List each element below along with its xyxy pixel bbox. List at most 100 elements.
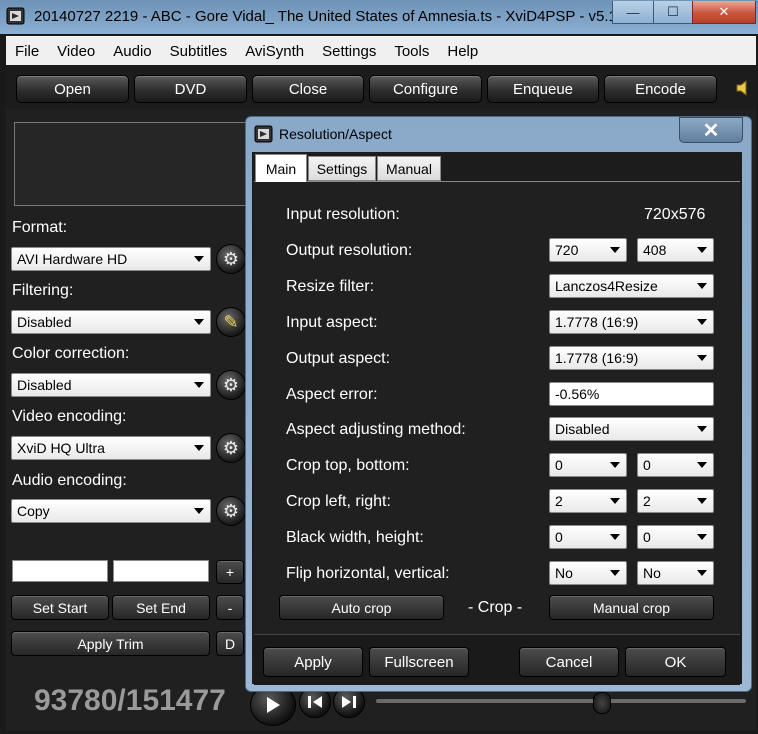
output-aspect-select[interactable]: 1.7778 (16:9) [549, 346, 714, 370]
video-encoding-settings-button[interactable]: ⚙ [216, 433, 246, 463]
audio-encoding-settings-button[interactable]: ⚙ [216, 496, 246, 526]
crop-bottom-select[interactable]: 0 [637, 453, 714, 477]
color-correction-select[interactable]: Disabled [11, 373, 211, 397]
menu-video[interactable]: Video [48, 43, 104, 60]
window-title: 20140727 2219 - ABC - Gore Vidal_ The Un… [34, 8, 642, 25]
d-button[interactable]: D [216, 631, 244, 656]
chevron-down-icon [610, 498, 620, 504]
menu-help[interactable]: Help [438, 43, 487, 60]
output-resolution-label: Output resolution: [286, 242, 413, 259]
black-width-select[interactable]: 0 [549, 525, 627, 549]
flip-horizontal-select[interactable]: No [549, 561, 627, 585]
input-resolution-label: Input resolution: [286, 206, 400, 223]
video-encoding-select[interactable]: XviD HQ Ultra [11, 436, 211, 460]
chevron-down-icon [697, 570, 707, 576]
flip-label: Flip horizontal, vertical: [286, 565, 450, 582]
filtering-settings-button[interactable]: ✎ [216, 307, 246, 337]
chevron-down-icon [194, 508, 204, 514]
menu-avisynth[interactable]: AviSynth [236, 43, 313, 60]
set-start-button[interactable]: Set Start [11, 595, 109, 620]
minimize-button[interactable]: — [612, 1, 654, 24]
seek-bar[interactable] [376, 699, 746, 703]
wand-icon: ✎ [223, 311, 239, 332]
seek-thumb[interactable] [593, 692, 611, 714]
aspect-error-field[interactable]: -0.56% [549, 382, 714, 406]
set-end-button[interactable]: Set End [112, 595, 210, 620]
input-aspect-select[interactable]: 1.7778 (16:9) [549, 310, 714, 334]
add-trim-button[interactable]: + [216, 560, 244, 584]
trim-start-field[interactable] [12, 560, 108, 582]
encode-button[interactable]: Encode [604, 75, 717, 103]
resize-filter-label: Resize filter: [286, 278, 375, 295]
color-correction-settings-button[interactable]: ⚙ [216, 370, 246, 400]
minimize-icon: — [626, 4, 640, 20]
aspect-adjust-method-select[interactable]: Disabled [549, 417, 714, 441]
resize-filter-select[interactable]: Lanczos4Resize [549, 274, 714, 298]
format-select[interactable]: AVI Hardware HD [11, 247, 211, 271]
auto-crop-button[interactable]: Auto crop [279, 595, 444, 620]
color-correction-label: Color correction: [12, 345, 130, 362]
volume-icon[interactable] [734, 78, 754, 98]
enqueue-button[interactable]: Enqueue [487, 75, 599, 103]
crop-right-value: 2 [643, 493, 651, 509]
flip-vertical-select[interactable]: No [637, 561, 714, 585]
filtering-select[interactable]: Disabled [11, 310, 211, 334]
maximize-button[interactable]: ☐ [653, 1, 693, 24]
format-settings-button[interactable]: ⚙ [216, 244, 246, 274]
close-icon: ✕ [718, 4, 730, 19]
chevron-down-icon [697, 247, 707, 253]
app-icon [6, 7, 25, 25]
tab-manual[interactable]: Manual [377, 156, 441, 181]
trim-end-field[interactable] [113, 560, 209, 582]
dialog-close-button[interactable]: ✕ [679, 117, 743, 143]
apply-button[interactable]: Apply [263, 647, 363, 677]
crop-bottom-value: 0 [643, 457, 651, 473]
input-resolution-value: 720x576 [644, 206, 706, 223]
black-height-select[interactable]: 0 [637, 525, 714, 549]
aspect-error-label: Aspect error: [286, 386, 378, 403]
ok-button[interactable]: OK [625, 647, 726, 677]
color-correction-value: Disabled [17, 377, 72, 393]
configure-button[interactable]: Configure [369, 75, 482, 103]
chevron-down-icon [697, 462, 707, 468]
tab-main[interactable]: Main [255, 154, 307, 182]
format-label: Format: [12, 219, 68, 236]
frame-counter: 93780/151477 [34, 684, 226, 717]
dialog-title: Resolution/Aspect [279, 126, 392, 142]
output-aspect-value: 1.7778 (16:9) [555, 350, 639, 366]
crop-top-bottom-label: Crop top, bottom: [286, 457, 410, 474]
menu-audio[interactable]: Audio [104, 43, 160, 60]
crop-top-select[interactable]: 0 [549, 453, 627, 477]
fullscreen-button[interactable]: Fullscreen [369, 647, 469, 677]
black-height-value: 0 [643, 529, 651, 545]
menu-settings[interactable]: Settings [313, 43, 385, 60]
tab-settings[interactable]: Settings [308, 156, 376, 181]
output-height-value: 408 [643, 242, 667, 258]
close-button[interactable]: Close [252, 75, 364, 103]
output-height-select[interactable]: 408 [637, 238, 714, 262]
menu-file[interactable]: File [6, 43, 48, 60]
crop-right-select[interactable]: 2 [637, 489, 714, 513]
crop-left-select[interactable]: 2 [549, 489, 627, 513]
crop-top-value: 0 [555, 457, 563, 473]
gear-icon: ⚙ [222, 248, 240, 269]
audio-encoding-select[interactable]: Copy [11, 499, 211, 523]
close-window-button[interactable]: ✕ [692, 1, 756, 24]
chevron-down-icon [194, 445, 204, 451]
format-value: AVI Hardware HD [17, 251, 128, 267]
play-icon [267, 697, 280, 713]
dvd-button[interactable]: DVD [134, 75, 247, 103]
remove-trim-button[interactable]: - [216, 595, 244, 620]
gear-icon: ⚙ [222, 437, 240, 458]
open-button[interactable]: Open [16, 75, 129, 103]
chevron-down-icon [610, 534, 620, 540]
menu-tools[interactable]: Tools [385, 43, 438, 60]
flip-vertical-value: No [643, 565, 661, 581]
cancel-button[interactable]: Cancel [519, 647, 619, 677]
apply-trim-button[interactable]: Apply Trim [11, 631, 210, 656]
dialog-app-icon [254, 125, 273, 143]
chevron-down-icon [194, 319, 204, 325]
menu-subtitles[interactable]: Subtitles [161, 43, 237, 60]
manual-crop-button[interactable]: Manual crop [549, 595, 714, 620]
output-width-select[interactable]: 720 [549, 238, 627, 262]
